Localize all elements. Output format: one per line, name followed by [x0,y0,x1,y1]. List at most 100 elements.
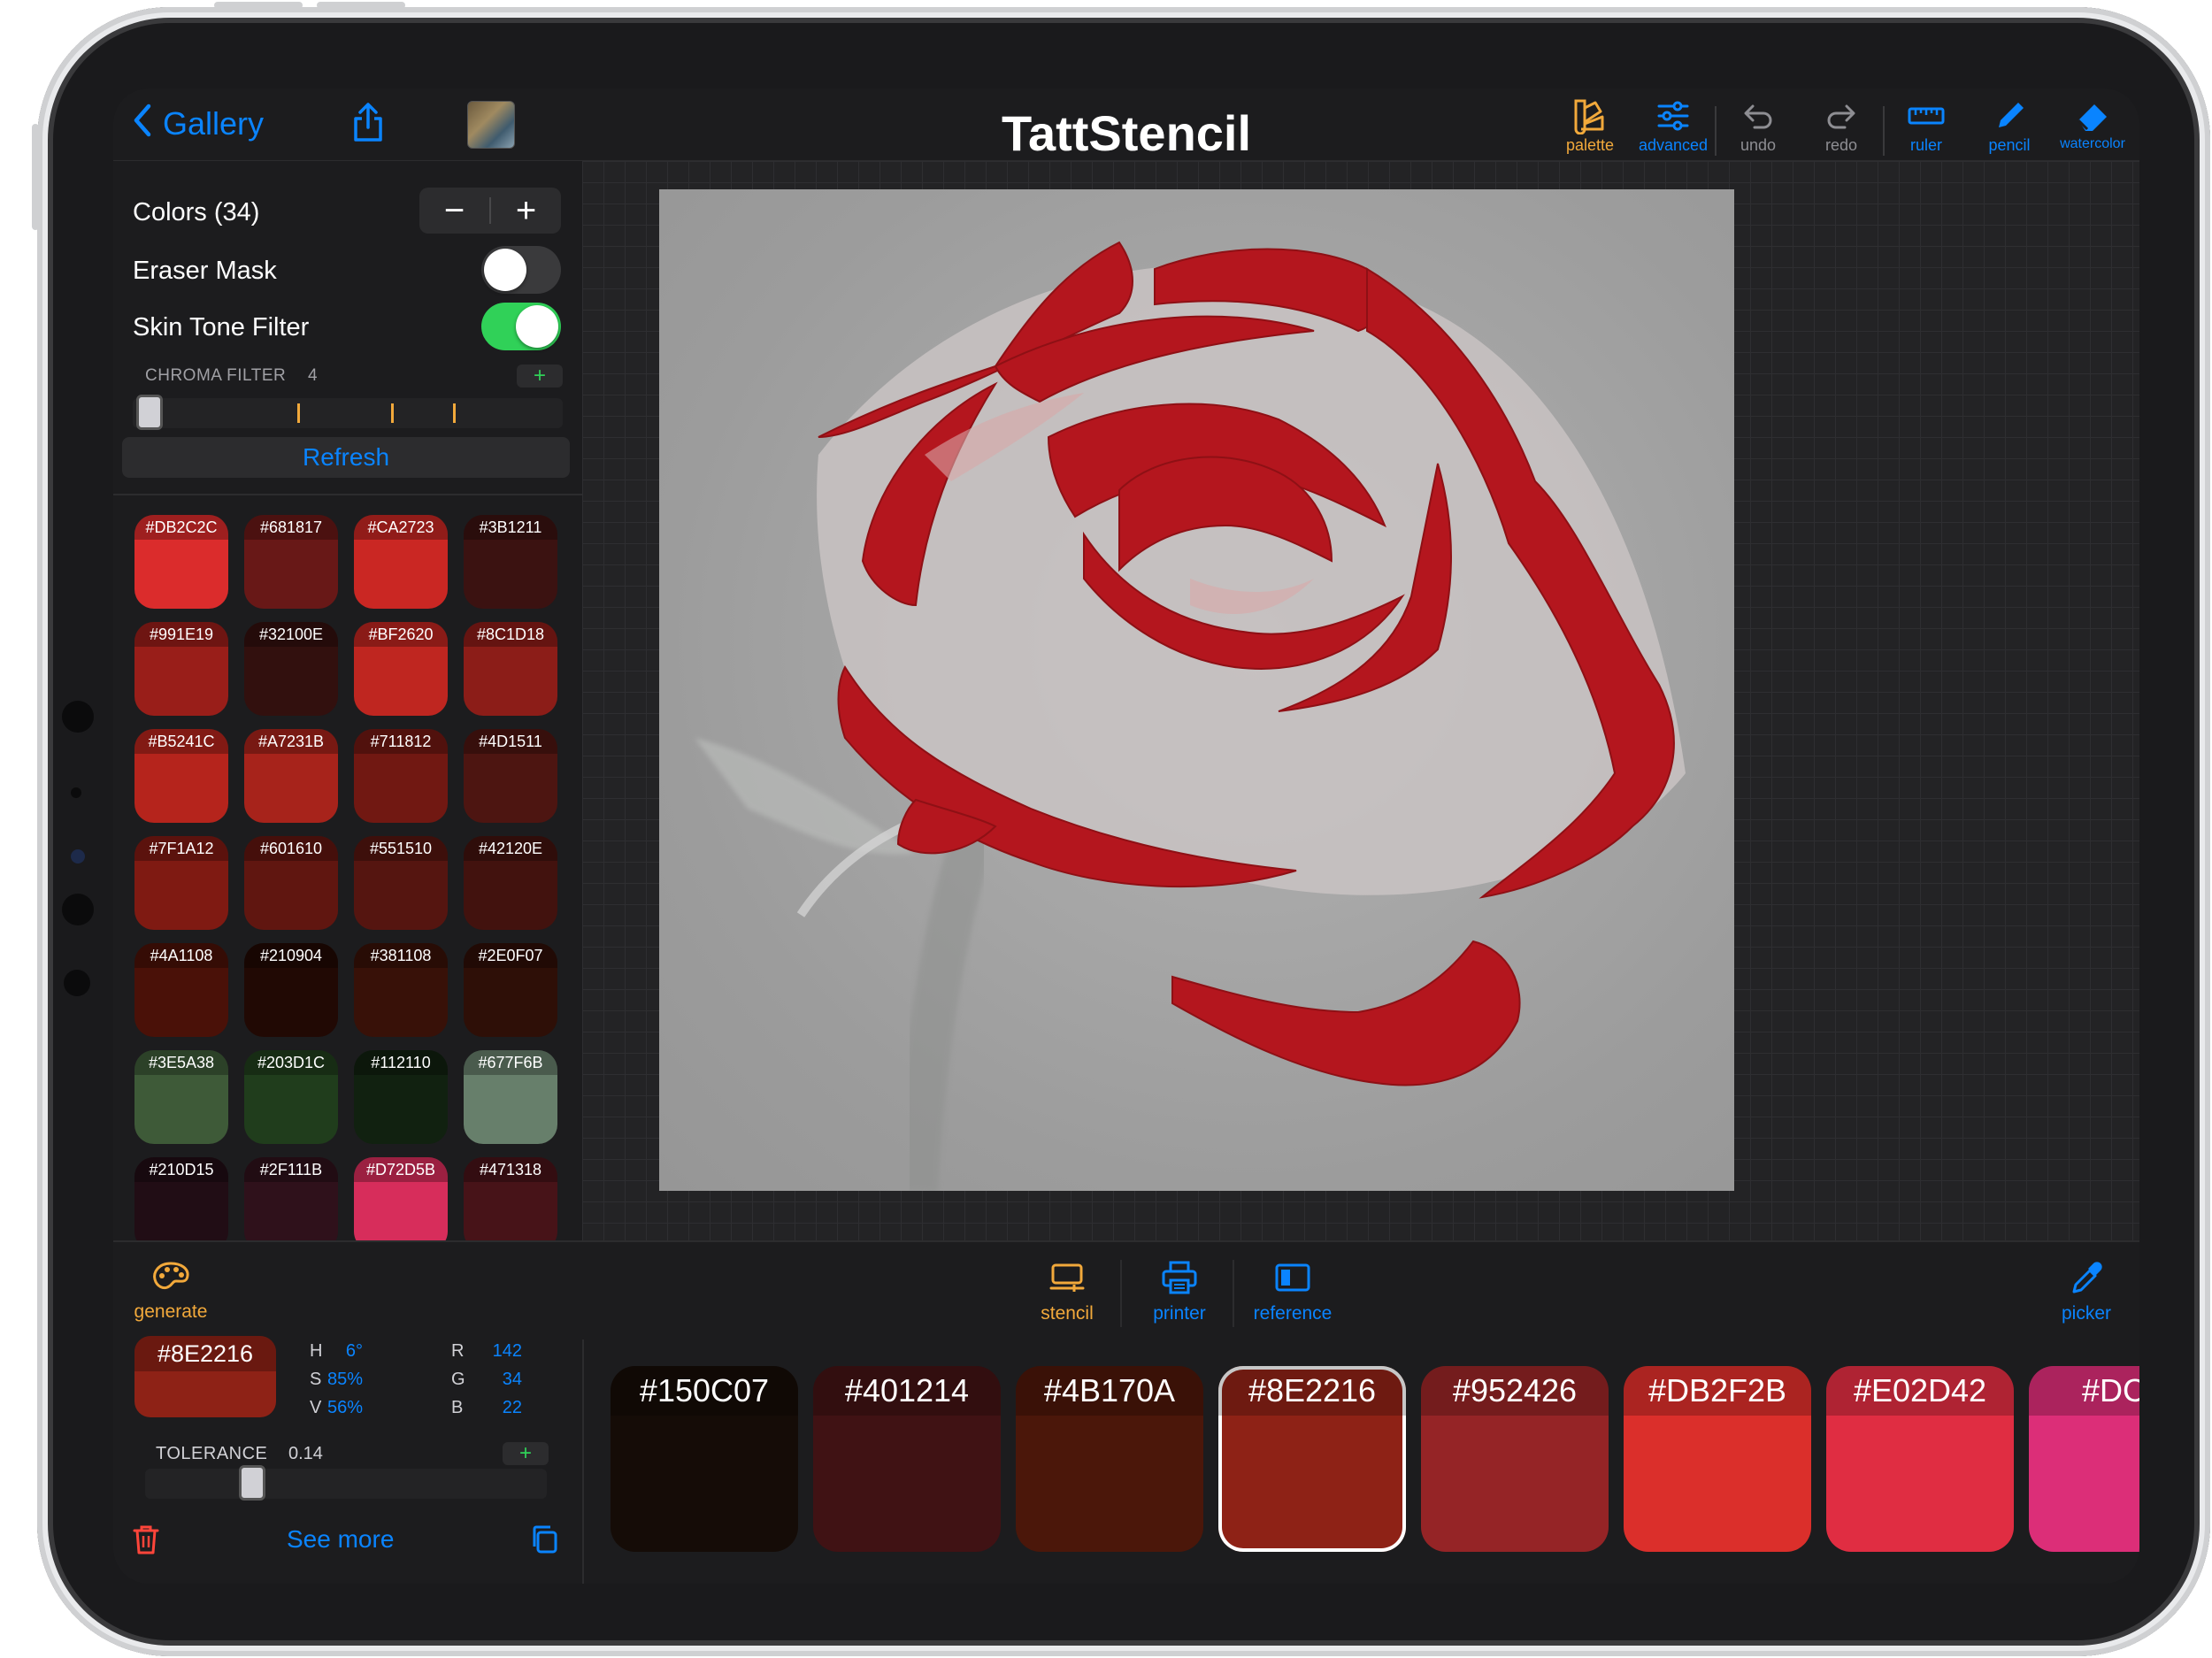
palette-color-swatch[interactable]: #8E2216 [1218,1366,1406,1552]
color-swatch[interactable]: #CA2723 [354,515,448,609]
trash-icon[interactable] [131,1524,161,1555]
palette-color-swatch[interactable]: #DC2 [2029,1366,2139,1552]
color-swatch[interactable]: #D72D5B [354,1157,448,1251]
current-color-swatch[interactable]: #8E2216 [134,1336,276,1417]
copy-icon[interactable] [529,1524,559,1555]
color-swatch[interactable]: #677F6B [464,1050,557,1144]
swatch-hex-label: #601610 [244,836,338,861]
color-swatch[interactable]: #32100E [244,622,338,716]
swatch-hex-label: #471318 [464,1157,557,1182]
ruler-icon [1908,107,1945,125]
decrease-colors-button[interactable]: − [419,188,489,234]
printer-mode-button[interactable]: printer [1131,1260,1228,1324]
reference-mode-button[interactable]: reference [1244,1260,1341,1324]
color-swatch[interactable]: #8C1D18 [464,622,557,716]
color-swatch[interactable]: #2F111B [244,1157,338,1251]
advanced-tool[interactable]: advanced [1632,97,1715,156]
color-swatch[interactable]: #3E5A38 [134,1050,228,1144]
slider-tick [391,403,394,423]
color-swatch[interactable]: #3B1211 [464,515,557,609]
eraser-mask-toggle[interactable] [481,246,561,294]
artboard[interactable] [659,189,1734,1193]
sliders-icon [1657,101,1689,131]
color-swatch[interactable]: #4D1511 [464,729,557,823]
chroma-add-button[interactable]: + [517,365,563,388]
color-swatch[interactable]: #210904 [244,943,338,1037]
image-thumbnail[interactable] [467,101,515,149]
advanced-tool-label: advanced [1638,136,1709,154]
swatch-hex-label: #8C1D18 [464,622,557,647]
swatch-hex-label: #3E5A38 [134,1050,228,1075]
color-swatch[interactable]: #711812 [354,729,448,823]
palette-color-swatch[interactable]: #DB2F2B [1624,1366,1811,1552]
color-swatch[interactable]: #681817 [244,515,338,609]
color-swatch[interactable]: #BF2620 [354,622,448,716]
palette-color-swatch[interactable]: #952426 [1421,1366,1609,1552]
color-swatch[interactable]: #7F1A12 [134,836,228,930]
swatch-hex-label: #681817 [244,515,338,540]
back-label: Gallery [163,104,265,142]
refresh-button[interactable]: Refresh [122,437,570,478]
color-swatch[interactable]: #601610 [244,836,338,930]
chroma-filter-label: CHROMA FILTER [145,366,287,385]
stencil-mode-button[interactable]: stencil [1018,1260,1116,1324]
color-swatch[interactable]: #112110 [354,1050,448,1144]
s-value: 85% [326,1370,363,1389]
canvas-area[interactable] [582,161,2139,1240]
swatch-hex-label: #DB2C2C [134,515,228,540]
color-swatch[interactable]: #2E0F07 [464,943,557,1037]
swatch-hex-label: #32100E [244,622,338,647]
redo-tool[interactable]: redo [1800,97,1883,156]
share-icon[interactable] [350,101,386,143]
palette-color-swatch[interactable]: #401214 [813,1366,1001,1552]
chroma-filter-slider[interactable] [133,398,563,428]
palette-hex-label: #8E2216 [1218,1366,1406,1416]
tolerance-add-button[interactable]: + [503,1442,549,1465]
watercolor-tool[interactable]: watercolor [2051,97,2134,156]
color-swatch[interactable]: #471318 [464,1157,557,1251]
undo-tool-label: undo [1740,136,1777,154]
palette-hex-label: #DC2 [2029,1366,2139,1416]
colors-stepper[interactable]: − + [419,188,561,234]
undo-tool[interactable]: undo [1717,97,1800,156]
tolerance-slider-handle[interactable] [239,1465,265,1501]
color-swatch[interactable]: #991E19 [134,622,228,716]
color-swatch[interactable]: #DB2C2C [134,515,228,609]
skin-tone-filter-label: Skin Tone Filter [133,313,310,342]
color-swatch[interactable]: #551510 [354,836,448,930]
panel-divider [113,494,582,495]
swatch-hex-label: #711812 [354,729,448,754]
slider-tick [297,403,300,423]
swatch-hex-label: #3B1211 [464,515,557,540]
picker-button[interactable]: picker [2042,1260,2131,1324]
palette-color-swatch[interactable]: #150C07 [611,1366,798,1552]
chroma-slider-handle[interactable] [136,395,163,430]
ruler-tool[interactable]: ruler [1885,97,1968,156]
swatch-hex-label: #42120E [464,836,557,861]
skin-tone-filter-toggle[interactable] [481,303,561,350]
color-swatch[interactable]: #203D1C [244,1050,338,1144]
increase-colors-button[interactable]: + [491,188,561,234]
camera-dot [64,970,90,996]
color-swatch[interactable]: #210D15 [134,1157,228,1251]
swatch-hex-label: #4D1511 [464,729,557,754]
palette-color-swatch[interactable]: #E02D42 [1826,1366,2014,1552]
undo-icon [1744,104,1772,129]
g-value: 34 [502,1370,522,1389]
color-swatch[interactable]: #B5241C [134,729,228,823]
picker-label: picker [2061,1303,2112,1324]
redo-tool-label: redo [1824,136,1858,154]
palette-color-swatch[interactable]: #4B170A [1016,1366,1203,1552]
v-value: 56% [326,1398,363,1417]
tolerance-slider[interactable] [145,1469,547,1499]
palette-tool[interactable]: palette [1548,97,1632,156]
color-swatch[interactable]: #A7231B [244,729,338,823]
color-swatch[interactable]: #42120E [464,836,557,930]
generate-button[interactable]: generate [122,1260,219,1323]
color-swatch[interactable]: #4A1108 [134,943,228,1037]
see-more-link[interactable]: See more [287,1525,394,1554]
volume-button [214,2,303,9]
pencil-tool[interactable]: pencil [1968,97,2051,156]
color-swatch[interactable]: #381108 [354,943,448,1037]
back-button[interactable]: Gallery [131,103,264,144]
